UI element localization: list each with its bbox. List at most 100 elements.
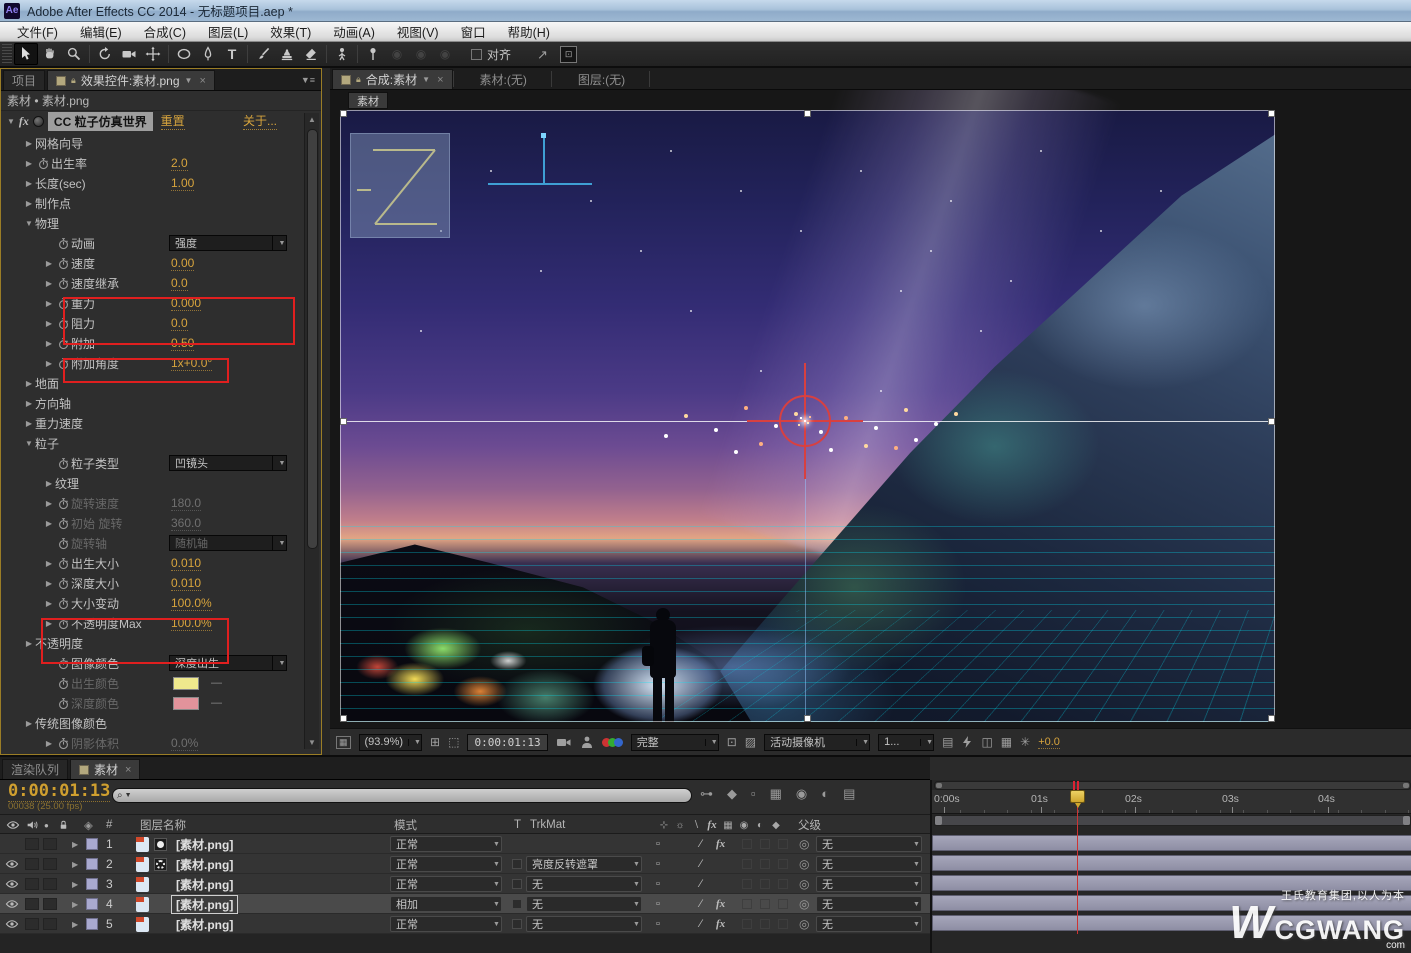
layer-label-swatch[interactable] [86, 874, 98, 894]
layer-name[interactable]: [素材.png] [172, 836, 237, 853]
chevron-down-icon[interactable]: ▼ [627, 921, 641, 928]
timeline-navigator[interactable] [934, 781, 1411, 790]
rotation-tool-icon[interactable] [93, 43, 117, 65]
timeline-tab-0[interactable]: 渲染队列 [2, 759, 68, 779]
property-row-网格向导[interactable]: ▶网格向导 [1, 133, 301, 153]
layer-lock-cell[interactable] [43, 854, 57, 874]
effect-panel-scrollbar[interactable]: ▲ ▼ [304, 113, 319, 749]
reset-button[interactable]: 重置 [161, 112, 185, 130]
chevron-down-icon[interactable]: ▼ [907, 881, 921, 888]
resolution-dropdown[interactable]: 完整▼ [631, 734, 719, 751]
t-toggle-cell[interactable] [512, 914, 522, 934]
menu-item-0[interactable]: 文件(F) [6, 22, 69, 41]
layer-label-swatch[interactable] [86, 834, 98, 854]
layer-mode-dropdown[interactable]: 正常▼ [390, 856, 502, 872]
region-of-interest-icon[interactable]: ⬚ [448, 736, 459, 748]
layer-handle[interactable] [340, 110, 347, 117]
lock-column-icon[interactable] [58, 815, 69, 835]
solo-column-icon[interactable]: ● [44, 815, 49, 835]
layer-handle[interactable] [340, 715, 347, 722]
menu-item-4[interactable]: 效果(T) [259, 22, 322, 41]
expand-arrow-icon[interactable]: ▼ [23, 439, 35, 448]
layer-row-2[interactable]: ▶2[素材.png]正常▼亮度反转遮罩▼▫∕◎无▼ [0, 854, 930, 874]
frame-blend-icon[interactable]: ▦ [770, 786, 782, 802]
stopwatch-icon[interactable] [55, 517, 71, 530]
layer-trkmat-dropdown[interactable]: 无▼ [526, 876, 642, 892]
color-swatch[interactable] [173, 677, 199, 690]
viewer-timecode[interactable]: 0:00:01:13 [467, 734, 547, 751]
property-row-大小变动[interactable]: ▶大小变动100.0% [1, 593, 301, 613]
expand-arrow-icon[interactable]: ▶ [43, 319, 55, 328]
chevron-down-icon[interactable]: ▼ [272, 236, 286, 250]
stopwatch-icon[interactable] [55, 237, 71, 250]
trkmat-column-header[interactable]: TrkMat [530, 815, 565, 835]
chevron-down-icon[interactable]: ▼ [627, 881, 641, 888]
property-row-传统图像颜色[interactable]: ▶传统图像颜色 [1, 713, 301, 733]
pan-behind-tool-icon[interactable] [141, 43, 165, 65]
color-swatch[interactable] [173, 697, 199, 710]
viewer-tab-2[interactable]: 图层:(无) [554, 69, 649, 89]
property-row-粒子类型[interactable]: 粒子类型凹镜头▼ [1, 453, 301, 473]
property-row-速度继承[interactable]: ▶速度继承0.0 [1, 273, 301, 293]
layer-row-3[interactable]: ▶3[素材.png]正常▼无▼▫∕◎无▼ [0, 874, 930, 894]
brush-tool-icon[interactable] [251, 43, 275, 65]
layer-label-swatch[interactable] [86, 914, 98, 934]
composition-stage[interactable] [340, 110, 1275, 722]
composition-view-tab[interactable]: 素材 [348, 92, 388, 109]
layer-mode-dropdown[interactable]: 正常▼ [390, 836, 502, 852]
layer-switch-cell-2[interactable] [778, 834, 788, 854]
parent-pickwhip-icon[interactable]: ◎ [799, 894, 809, 914]
layer-lock-cell[interactable] [43, 874, 57, 894]
expand-arrow-icon[interactable]: ▶ [43, 479, 55, 488]
expand-arrow-icon[interactable]: ▶ [43, 499, 55, 508]
selection-tool-icon[interactable] [14, 43, 38, 65]
layer-audio-cell[interactable] [25, 834, 39, 854]
expand-arrow-icon[interactable]: ▶ [43, 519, 55, 528]
property-row-深度大小[interactable]: ▶深度大小0.010 [1, 573, 301, 593]
stopwatch-icon[interactable] [55, 497, 71, 510]
expand-arrow-icon[interactable]: ▶ [43, 359, 55, 368]
layer-lock-cell[interactable] [43, 834, 57, 854]
layer-duration-bar-2[interactable] [932, 855, 1411, 871]
pixel-aspect-icon[interactable]: ▤ [942, 736, 953, 748]
menu-item-1[interactable]: 编辑(E) [69, 22, 133, 41]
camera-view-dropdown[interactable]: 活动摄像机▼ [764, 734, 870, 751]
stopwatch-icon[interactable] [55, 597, 71, 610]
layer-audio-cell[interactable] [25, 874, 39, 894]
chevron-down-icon[interactable]: ▼ [907, 841, 921, 848]
expand-arrow-icon[interactable]: ▶ [43, 559, 55, 568]
property-row-阴影体积[interactable]: ▶阴影体积0.0% [1, 733, 301, 753]
layer-handle[interactable] [1268, 110, 1275, 117]
layer-fx-toggle[interactable]: fx [716, 834, 725, 854]
layer-switch-cell-1[interactable] [760, 854, 770, 874]
layer-quality-toggle[interactable]: ∕ [700, 854, 702, 874]
property-value[interactable]: 0.0% [171, 736, 198, 751]
layer-mode-dropdown[interactable]: 正常▼ [390, 876, 502, 892]
layer-switch-cell-0[interactable] [742, 894, 752, 914]
expand-arrow-icon[interactable]: ▶ [23, 419, 35, 428]
menu-item-8[interactable]: 帮助(H) [497, 22, 561, 41]
show-snapshot-icon[interactable] [580, 735, 594, 749]
motion-blur-icon[interactable]: ◉ [796, 786, 807, 802]
chevron-down-icon[interactable]: ▼ [487, 921, 501, 928]
property-value[interactable]: 0.010 [171, 556, 201, 571]
layer-duration-bar-1[interactable] [932, 835, 1411, 851]
layer-switch-cell-0[interactable] [742, 874, 752, 894]
stopwatch-icon[interactable] [55, 277, 71, 290]
layer-eye-toggle[interactable] [5, 914, 19, 934]
stopwatch-icon[interactable] [55, 537, 71, 550]
shy-layers-icon[interactable]: ▫ [751, 786, 756, 802]
property-row-重力速度[interactable]: ▶重力速度 [1, 413, 301, 433]
layer-switch-cell-2[interactable] [778, 914, 788, 934]
chevron-down-icon[interactable]: ▼ [487, 901, 501, 908]
expand-arrow-icon[interactable]: ▶ [43, 279, 55, 288]
scrollbar-thumb[interactable] [307, 129, 318, 549]
chevron-down-icon[interactable]: ▼ [907, 921, 921, 928]
safe-margins-icon[interactable]: ⊞ [430, 736, 440, 748]
layer-quality-toggle[interactable]: ∕ [700, 834, 702, 854]
property-value[interactable]: 1.00 [171, 176, 194, 191]
property-row-深度颜色[interactable]: 深度颜色— [1, 693, 301, 713]
shape-tool-icon[interactable] [172, 43, 196, 65]
layer-switch-cell-0[interactable] [742, 914, 752, 934]
layer-fx-toggle[interactable]: fx [716, 894, 725, 914]
